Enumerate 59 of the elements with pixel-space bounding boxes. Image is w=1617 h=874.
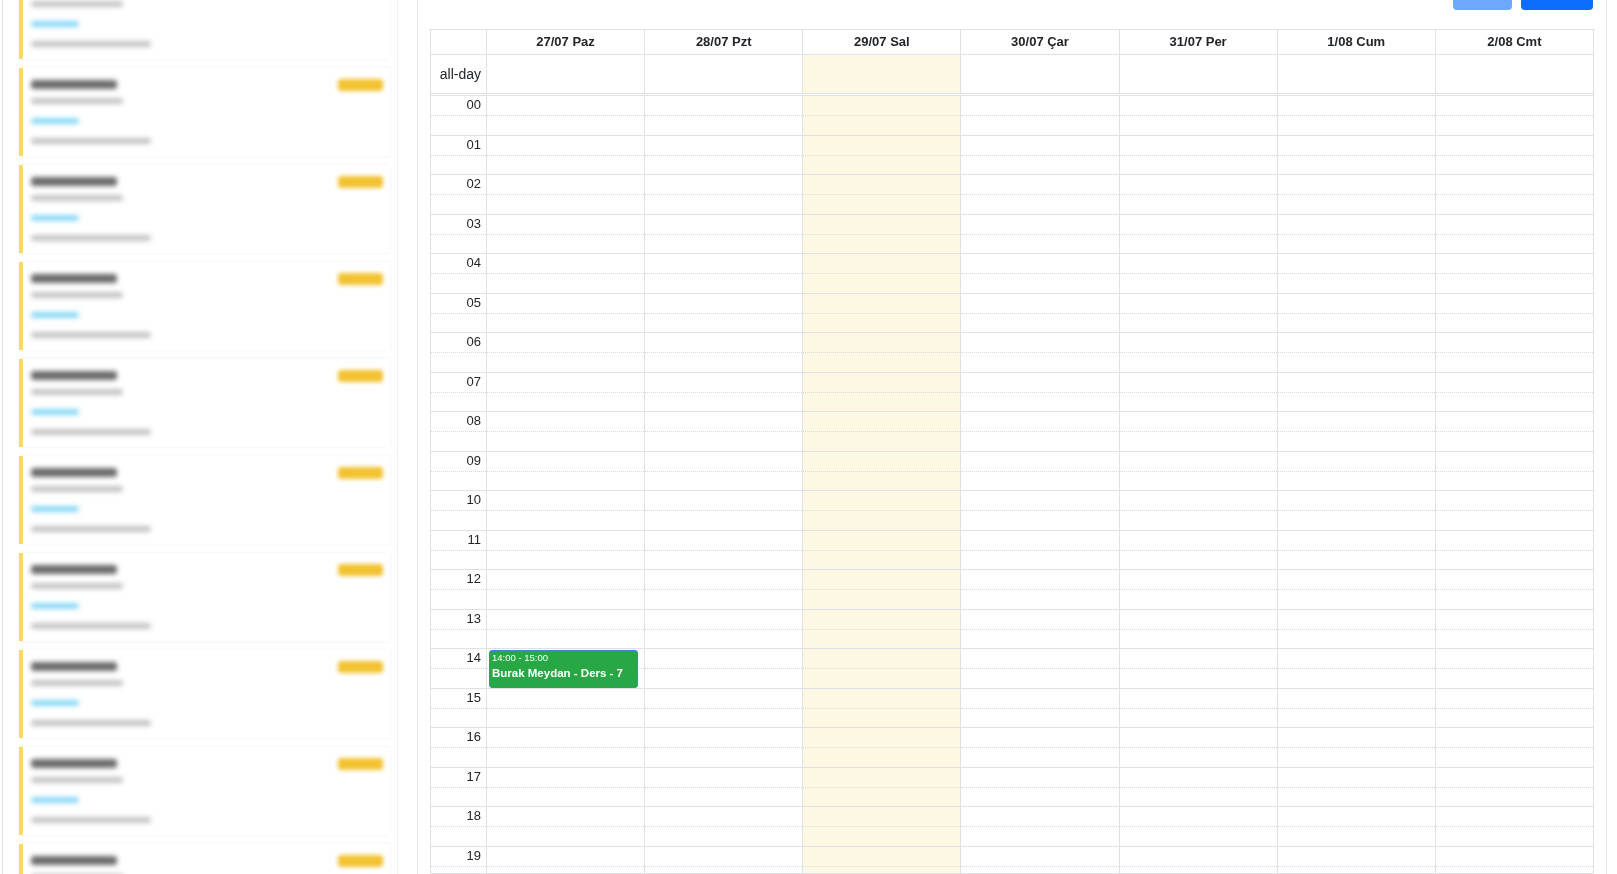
blurred-badge [338,466,383,479]
blurred-link [31,506,79,512]
all-day-label: all-day [438,65,482,84]
blurred-badge [338,272,383,285]
hour-label: 12 [465,570,482,588]
list-card[interactable] [19,456,390,544]
blurred-badge [338,757,383,770]
day-header: 31/07 Per [1118,30,1277,54]
blurred-badge [338,369,383,382]
day-header: 2/08 Cmt [1434,30,1593,54]
day-header: 30/07 Çar [960,30,1119,54]
hour-label: 09 [465,451,482,470]
blurred-badge [338,78,383,91]
list-card[interactable] [19,747,390,835]
blurred-link [31,409,79,415]
blurred-link [31,215,79,221]
hour-label: 07 [465,372,482,391]
hour-label: 19 [465,846,482,865]
blurred-link [31,603,79,609]
hour-label: 08 [465,412,482,430]
blurred-link [31,797,79,803]
hour-label: 01 [465,135,482,154]
list-card[interactable] [19,165,390,253]
hour-label: 03 [465,214,482,233]
blurred-link [31,118,79,124]
blurred-link [31,312,79,318]
hour-label: 05 [465,293,482,312]
hour-label: 17 [465,767,482,786]
day-header: 27/07 Paz [486,30,645,54]
hour-label: 13 [465,609,482,628]
hour-label: 02 [465,175,482,193]
day-header: 29/07 Sal [802,30,961,54]
hour-label: 10 [465,491,482,509]
event-time: 14:00 - 15:00 [492,651,549,664]
blurred-badge [338,563,383,576]
hour-label: 00 [465,96,482,114]
hour-label: 11 [466,530,482,549]
hour-label: 15 [465,688,482,707]
hour-label: 06 [465,333,482,351]
hour-label: 14 [465,649,482,667]
day-header: 1/08 Cum [1276,30,1435,54]
list-card[interactable] [19,68,390,156]
blurred-badge [338,854,383,867]
blurred-link [31,700,79,706]
blurred-badge [338,175,383,188]
list-card[interactable] [19,262,390,350]
toolbar-button[interactable] [1453,0,1512,10]
list-card[interactable] [19,359,390,447]
event-title: Burak Meydan - Ders - 7 [492,665,624,681]
all-day-cell[interactable] [802,55,961,93]
day-header: 28/07 Pzt [644,30,803,54]
toolbar-button[interactable] [1521,0,1593,10]
blurred-link [31,21,79,27]
blurred-badge [338,660,383,673]
hour-label: 16 [465,728,482,746]
hour-label: 04 [465,254,482,272]
list-card[interactable] [19,650,390,738]
list-card[interactable] [19,553,390,641]
hour-label: 18 [465,807,482,825]
